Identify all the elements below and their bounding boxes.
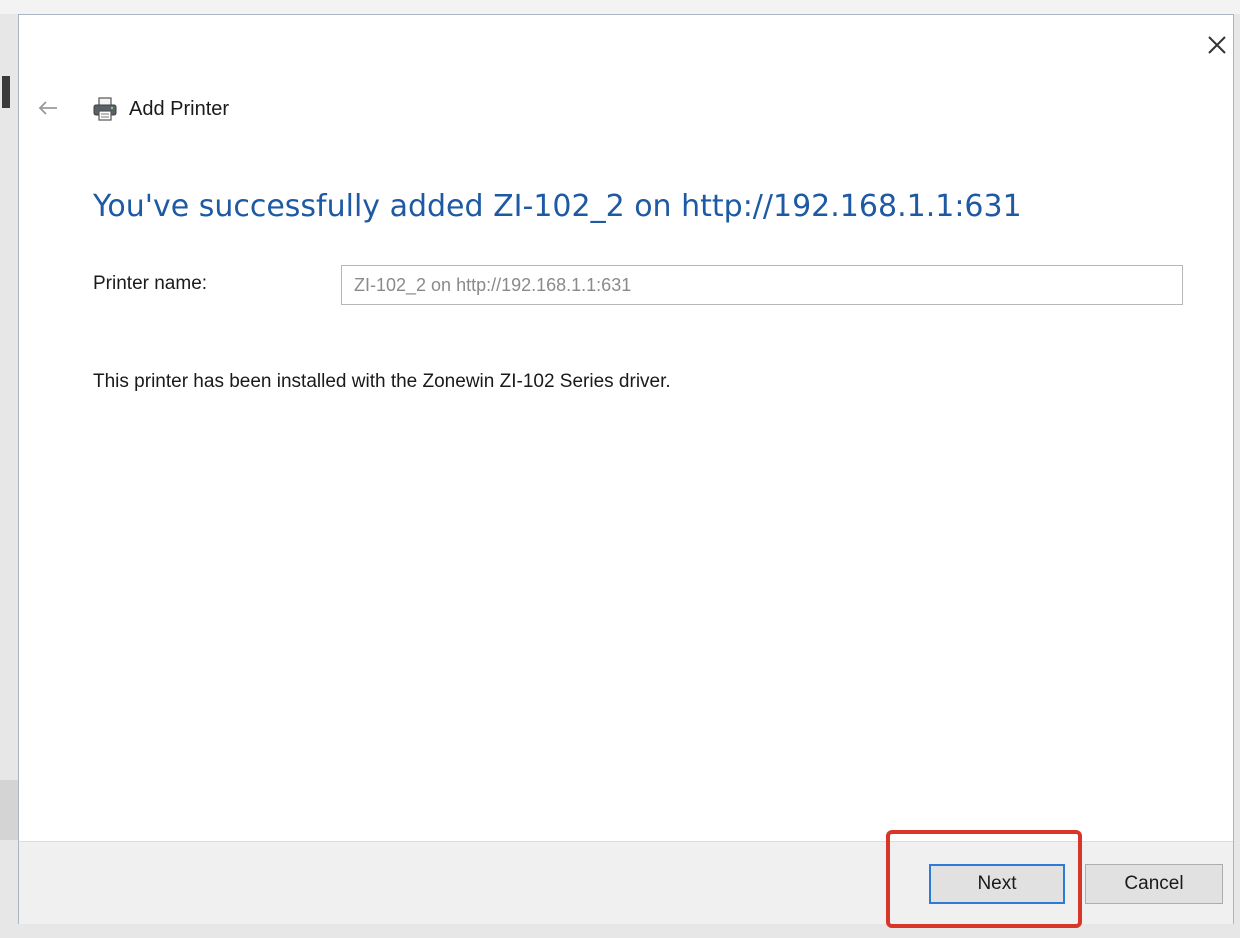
window-title: Add Printer <box>129 97 230 120</box>
close-button[interactable] <box>1199 27 1235 63</box>
back-arrow-icon <box>38 101 57 115</box>
dialog-footer: Next Cancel <box>19 841 1233 924</box>
cancel-button[interactable]: Cancel <box>1085 864 1223 904</box>
next-button[interactable]: Next <box>929 864 1065 904</box>
back-button[interactable] <box>33 93 63 123</box>
close-icon <box>1208 36 1226 54</box>
background-window-strip <box>0 0 1240 14</box>
add-printer-dialog: Add Printer You've successfully added ZI… <box>18 14 1234 924</box>
printer-name-label: Printer name: <box>93 273 208 294</box>
driver-message: This printer has been installed with the… <box>93 371 671 392</box>
printer-name-input[interactable] <box>341 265 1183 305</box>
background-window-edge <box>2 76 10 108</box>
success-heading: You've successfully added ZI-102_2 on ht… <box>93 189 1022 224</box>
background-window-panel <box>0 780 18 840</box>
printer-icon <box>93 97 117 121</box>
window-header: Add Printer <box>91 93 229 125</box>
